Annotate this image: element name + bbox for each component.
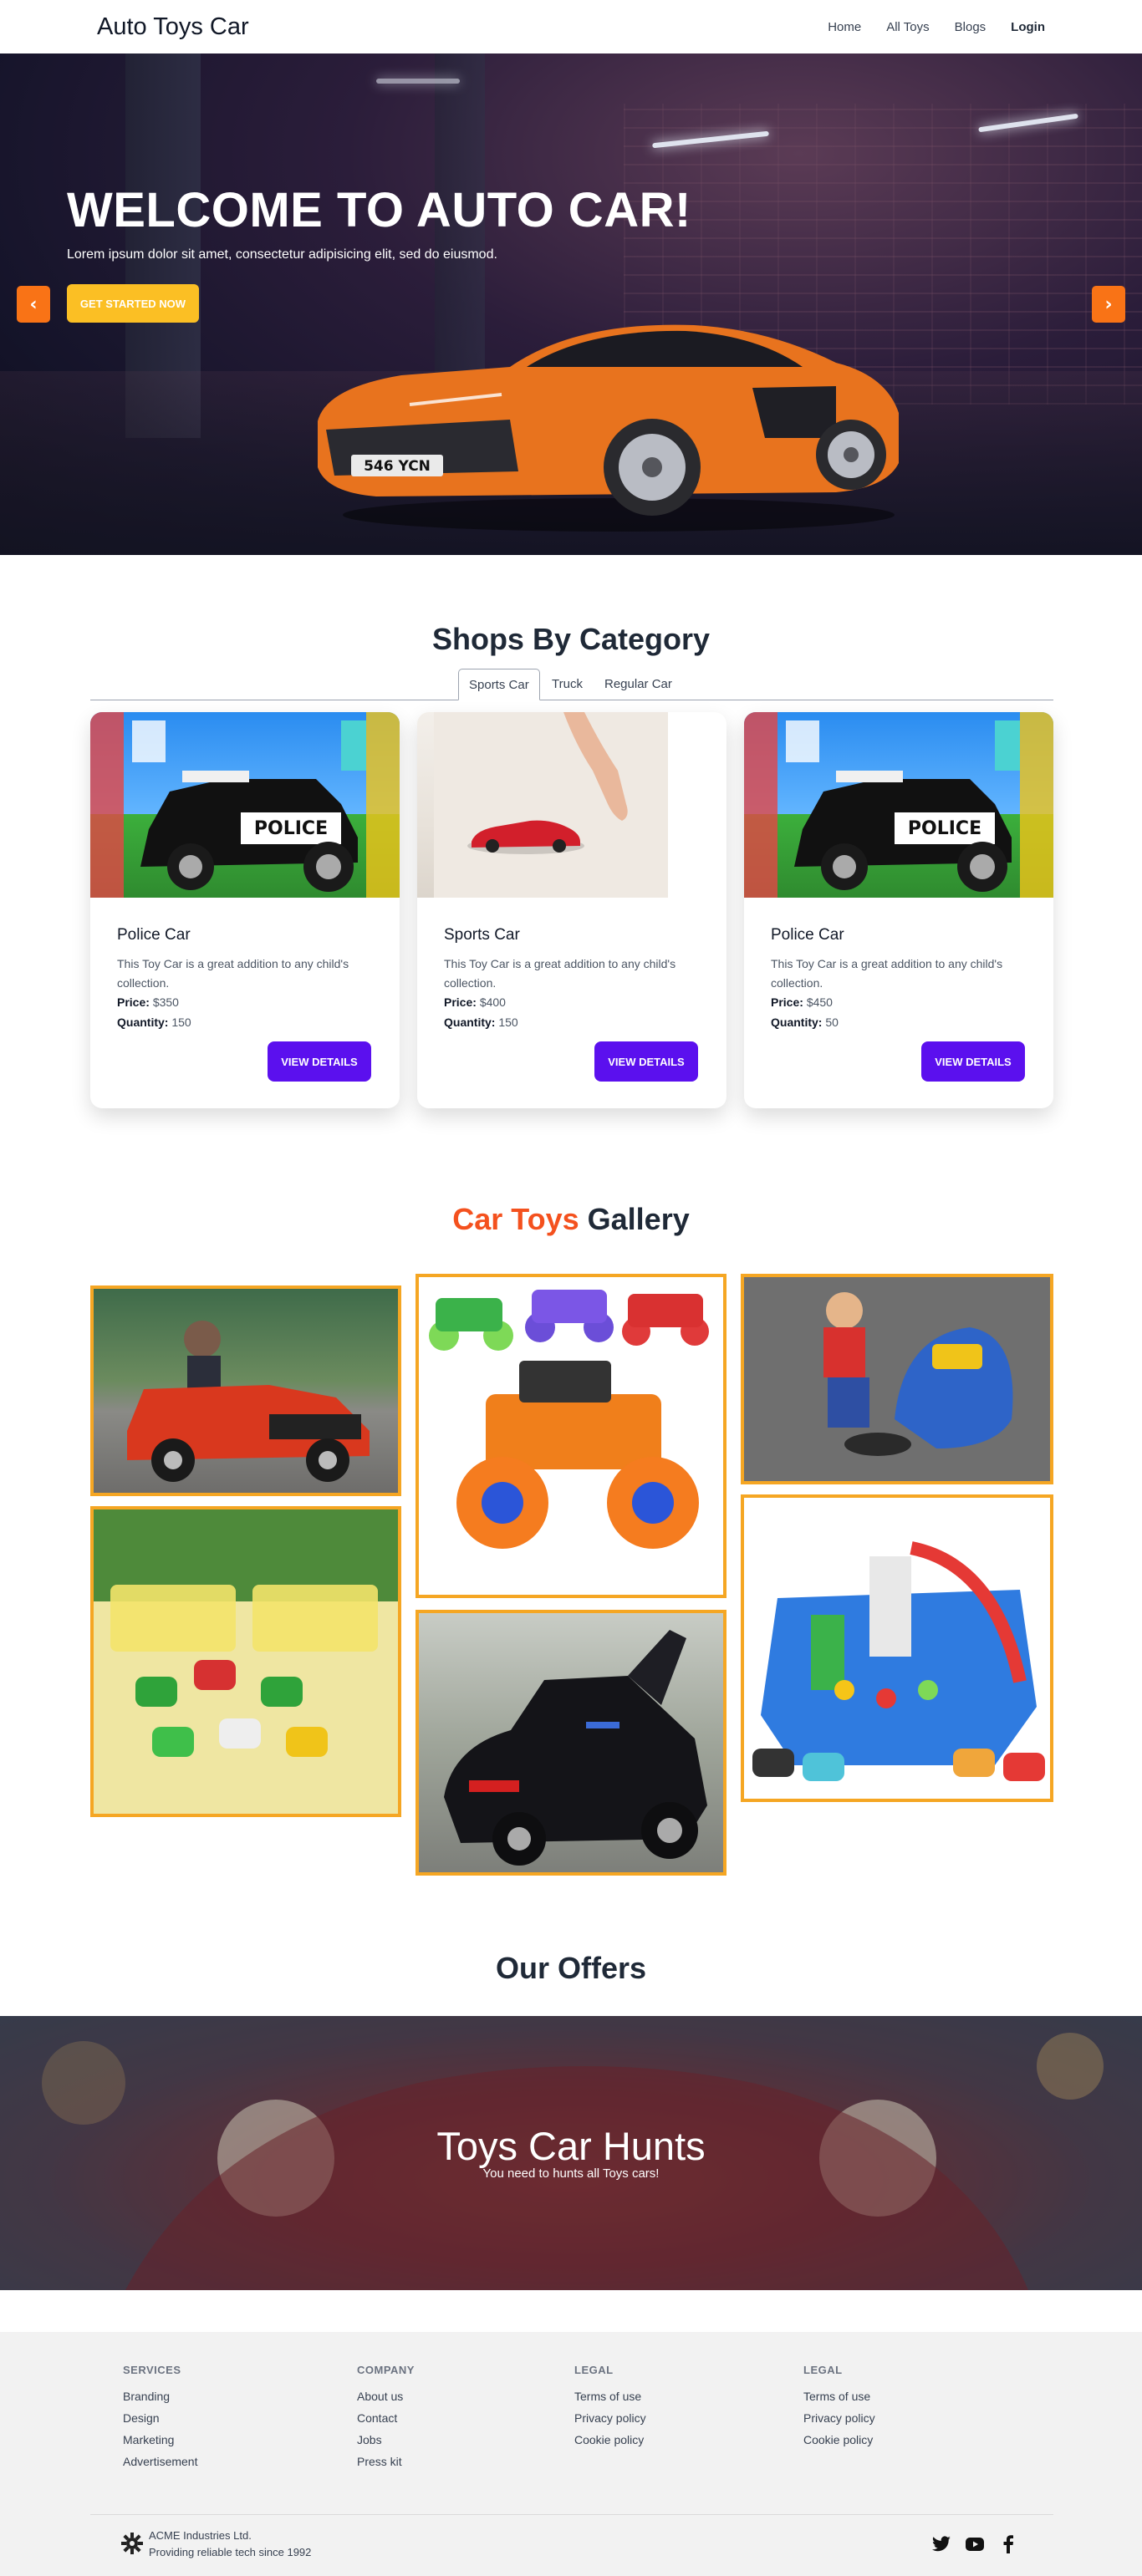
footer-link[interactable]: Branding — [123, 2390, 197, 2403]
svg-text:POLICE: POLICE — [254, 818, 328, 839]
footer-heading: LEGAL — [574, 2364, 614, 2376]
footer-heading: SERVICES — [123, 2364, 181, 2376]
product-card: Sports Car This Toy Car is a great addit… — [417, 712, 726, 1108]
card-description: This Toy Car is a great addition to any … — [117, 957, 349, 990]
gallery-image-mini-cars-set[interactable] — [90, 1506, 401, 1817]
footer-link[interactable]: Marketing — [123, 2433, 197, 2446]
footer-link[interactable]: Cookie policy — [574, 2433, 646, 2446]
card-quantity: Quantity: 150 — [444, 1016, 518, 1029]
view-details-button[interactable]: VIEW DETAILS — [594, 1041, 698, 1082]
carousel-prev-button[interactable]: ‹ — [17, 286, 50, 323]
gallery-image-monster-trucks[interactable] — [416, 1274, 726, 1598]
product-card: POLICE Police Car This Toy Car is a grea… — [90, 712, 400, 1108]
footer-link[interactable]: Design — [123, 2411, 197, 2425]
twitter-icon[interactable] — [931, 2534, 951, 2554]
footer-column-services: SERVICES Branding Design Marketing Adver… — [123, 2364, 197, 2477]
footer-column-legal-2: LEGAL Terms of use Privacy policy Cookie… — [803, 2364, 875, 2455]
footer-heading: LEGAL — [803, 2364, 843, 2376]
footer-column-company: COMPANY About us Contact Jobs Press kit — [357, 2364, 415, 2477]
footer-link[interactable]: Terms of use — [803, 2390, 875, 2403]
brand-logo-text[interactable]: Auto Toys Car — [97, 13, 249, 41]
hero-title: WELCOME TO AUTO CAR! — [67, 183, 691, 237]
nav-link-blogs[interactable]: Blogs — [955, 20, 987, 34]
gallery-image-track-playset[interactable] — [741, 1494, 1053, 1802]
company-tagline: Providing reliable tech since 1992 — [149, 2546, 312, 2558]
footer-link[interactable]: Advertisement — [123, 2455, 197, 2468]
view-details-button[interactable]: VIEW DETAILS — [268, 1041, 371, 1082]
navbar: Auto Toys Car Home All Toys Blogs Login — [0, 0, 1142, 53]
hero-car-image: 546 YCN — [318, 324, 899, 532]
view-details-button[interactable]: VIEW DETAILS — [921, 1041, 1025, 1082]
card-title: Sports Car — [444, 926, 520, 944]
svg-text:POLICE: POLICE — [908, 818, 981, 839]
offers-section-title: Our Offers — [495, 1951, 647, 1985]
get-started-button[interactable]: GET STARTED NOW — [67, 284, 199, 323]
card-quantity: Quantity: 50 — [771, 1016, 839, 1029]
gallery-image-boy-with-car-toy[interactable] — [741, 1274, 1053, 1484]
offers-banner-subtitle: You need to hunts all Toys cars! — [482, 2166, 660, 2181]
carousel-next-button[interactable]: › — [1092, 286, 1125, 323]
gallery-section-title: Car Toys Gallery — [452, 1202, 690, 1236]
tab-sports-car[interactable]: Sports Car — [458, 669, 540, 700]
card-title: Police Car — [117, 926, 191, 944]
hero-subtitle: Lorem ipsum dolor sit amet, consectetur … — [67, 247, 497, 262]
nav-link-all-toys[interactable]: All Toys — [886, 20, 929, 34]
footer-link[interactable]: Cookie policy — [803, 2433, 875, 2446]
company-name: ACME Industries Ltd. — [149, 2529, 252, 2542]
card-description: This Toy Car is a great addition to any … — [771, 957, 1003, 990]
footer-company-info: ACME Industries Ltd. Providing reliable … — [149, 2528, 311, 2561]
footer-link[interactable]: Privacy policy — [574, 2411, 646, 2425]
gear-icon — [121, 2533, 143, 2554]
footer-heading: COMPANY — [357, 2364, 415, 2376]
footer-divider — [90, 2514, 1053, 2515]
svg-text:546 YCN: 546 YCN — [364, 458, 431, 475]
tab-truck[interactable]: Truck — [542, 669, 593, 700]
footer-link[interactable]: Contact — [357, 2411, 415, 2425]
product-image-police-car: POLICE — [744, 712, 1053, 898]
product-image-sports-car — [417, 712, 726, 898]
nav-link-login[interactable]: Login — [1011, 20, 1045, 34]
nav-link-home[interactable]: Home — [828, 20, 861, 34]
footer-link[interactable]: Terms of use — [574, 2390, 646, 2403]
youtube-icon[interactable] — [965, 2534, 985, 2554]
footer-link[interactable]: About us — [357, 2390, 415, 2403]
category-section-title: Shops By Category — [431, 622, 711, 656]
footer-link[interactable]: Jobs — [357, 2433, 415, 2446]
card-price: Price: $400 — [444, 995, 506, 1009]
card-quantity: Quantity: 150 — [117, 1016, 191, 1029]
footer-link[interactable]: Privacy policy — [803, 2411, 875, 2425]
offers-banner-title: Toys Car Hunts — [436, 2124, 706, 2168]
facebook-icon[interactable] — [998, 2534, 1018, 2554]
category-tabs: Sports Car Truck Regular Car — [90, 669, 1053, 700]
card-description: This Toy Car is a great addition to any … — [444, 957, 676, 990]
gallery-image-ride-on-jeep[interactable] — [90, 1285, 401, 1496]
card-title: Police Car — [771, 926, 844, 944]
nav-links: Home All Toys Blogs Login — [828, 20, 1045, 34]
gallery-image-black-ride-on-car[interactable] — [416, 1610, 726, 1876]
footer-link[interactable]: Press kit — [357, 2455, 415, 2468]
ceiling-light — [376, 79, 460, 84]
card-price: Price: $350 — [117, 995, 179, 1009]
product-card: POLICE Police Car This Toy Car is a grea… — [744, 712, 1053, 1108]
tab-regular-car[interactable]: Regular Car — [594, 669, 682, 700]
card-price: Price: $450 — [771, 995, 833, 1009]
footer-column-legal: LEGAL Terms of use Privacy policy Cookie… — [574, 2364, 646, 2455]
product-image-police-car: POLICE — [90, 712, 400, 898]
